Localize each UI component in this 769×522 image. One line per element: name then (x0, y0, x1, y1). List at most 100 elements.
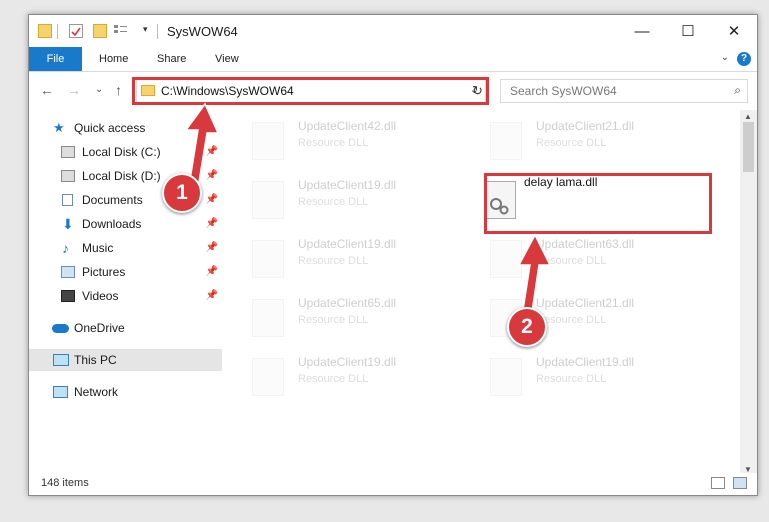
dll-file-icon (252, 181, 284, 219)
file-description: Resource DLL (298, 196, 369, 208)
item-count: 148 items (41, 477, 89, 489)
drive-icon (61, 146, 75, 158)
details-view-icon[interactable] (711, 477, 725, 489)
explorer-window: ▾ SysWOW64 — ☐ ✕ File Home Share View ⌄ … (28, 14, 758, 496)
folder-icon (141, 85, 155, 96)
customize-icon[interactable] (113, 24, 129, 38)
help-icon[interactable]: ? (737, 52, 751, 66)
dll-file-icon (252, 299, 284, 337)
dll-file-icon (252, 358, 284, 396)
file-name: UpdateClient21.dll (536, 296, 635, 310)
sidebar-item-label: Network (74, 385, 119, 399)
back-button[interactable]: ← (40, 82, 54, 98)
file-name: UpdateClient19.dll (298, 355, 397, 369)
sidebar-item-this-pc[interactable]: This PC (29, 349, 222, 371)
tab-home[interactable]: Home (99, 47, 128, 71)
downloads-icon: ⬇ (62, 216, 74, 232)
file-list: UpdateClient42.dll Resource DLL UpdateCl… (222, 110, 740, 465)
sidebar-item-label: Videos (82, 289, 119, 303)
file-item[interactable]: UpdateClient21.dll Resource DLL (460, 293, 680, 345)
file-item[interactable]: UpdateClient19.dll Resource DLL (460, 352, 680, 404)
up-button[interactable]: ↑ (115, 82, 122, 98)
file-description: Resource DLL (298, 255, 369, 267)
pin-icon: 📌 (205, 146, 218, 157)
sidebar-item-videos[interactable]: Videos 📌 (29, 285, 222, 307)
scroll-up-icon[interactable]: ▲ (744, 112, 752, 121)
folder-icon (38, 24, 52, 38)
new-folder-icon[interactable] (93, 24, 107, 38)
ribbon-tabs: File Home Share View ⌄ ? (29, 47, 757, 72)
address-path[interactable]: C:\Windows\SysWOW64 (161, 84, 294, 98)
file-description: Resource DLL (536, 255, 607, 267)
file-item[interactable]: UpdateClient19.dll Resource DLL (222, 352, 442, 404)
search-input[interactable]: Search SysWOW64 ⌕ (500, 79, 748, 103)
vertical-scrollbar[interactable]: ▲ ▼ (740, 110, 757, 476)
drive-icon (61, 170, 75, 182)
music-icon: ♪ (62, 240, 69, 256)
file-item[interactable]: UpdateClient19.dll Resource DLL (222, 234, 442, 286)
tab-view[interactable]: View (215, 47, 239, 71)
ribbon-expand-icon[interactable]: ⌄ (721, 52, 729, 63)
search-icon[interactable]: ⌕ (734, 83, 741, 98)
recent-locations-button[interactable]: ⌄ (95, 84, 103, 95)
file-item[interactable]: UpdateClient65.dll Resource DLL (222, 293, 442, 345)
file-name: UpdateClient63.dll (536, 237, 635, 251)
sidebar-item-downloads[interactable]: ⬇ Downloads 📌 (29, 213, 222, 235)
minimize-button[interactable]: — (619, 15, 665, 47)
window-title: SysWOW64 (167, 24, 238, 39)
sidebar-item-label: Music (82, 241, 114, 255)
sidebar-item-quick-access[interactable]: ★ Quick access (29, 117, 222, 139)
file-item-delay-lama[interactable]: delay lama.dll (460, 175, 680, 227)
file-description: Resource DLL (298, 314, 369, 326)
sidebar-item-label: OneDrive (74, 321, 125, 335)
forward-button[interactable]: → (67, 82, 81, 98)
dll-file-icon (484, 181, 516, 219)
properties-icon[interactable] (69, 24, 83, 38)
sidebar-item-local-disk-c[interactable]: Local Disk (C:) 📌 (29, 141, 222, 163)
pin-icon: 📌 (205, 218, 218, 229)
scrollbar-thumb[interactable] (743, 122, 754, 172)
refresh-button[interactable]: ↻ (467, 79, 489, 103)
file-item[interactable]: UpdateClient63.dll Resource DLL (460, 234, 680, 286)
close-button[interactable]: ✕ (711, 15, 757, 47)
sidebar-item-label: Local Disk (C:) (82, 145, 161, 159)
pc-icon (53, 354, 69, 366)
dll-file-icon (252, 240, 284, 278)
dll-file-icon (490, 358, 522, 396)
pin-icon: 📌 (205, 170, 218, 181)
status-bar: 148 items (29, 473, 757, 495)
sidebar-item-label: Pictures (82, 265, 126, 279)
file-item[interactable]: UpdateClient19.dll Resource DLL (222, 175, 442, 227)
file-name: UpdateClient42.dll (298, 119, 397, 133)
tab-file[interactable]: File (29, 47, 82, 71)
file-item[interactable]: UpdateClient42.dll Resource DLL (222, 116, 442, 168)
maximize-button[interactable]: ☐ (665, 15, 711, 47)
file-name: UpdateClient19.dll (298, 178, 397, 192)
file-description: Resource DLL (536, 137, 607, 149)
step-badge-1: 1 (162, 173, 202, 213)
navigation-bar: ← → ⌄ ↑ C:\Windows\SysWOW64 ⌄ ↻ Search S… (29, 72, 757, 110)
file-item[interactable]: UpdateClient21.dll Resource DLL (460, 116, 680, 168)
tab-share[interactable]: Share (157, 47, 186, 71)
dll-file-icon (490, 122, 522, 160)
file-name: UpdateClient65.dll (298, 296, 397, 310)
address-bar[interactable]: C:\Windows\SysWOW64 ⌄ (136, 79, 486, 103)
file-name: UpdateClient21.dll (536, 119, 635, 133)
chevron-down-icon[interactable]: ▾ (143, 24, 157, 38)
sidebar-item-pictures[interactable]: Pictures 📌 (29, 261, 222, 283)
step-badge-2: 2 (507, 307, 547, 347)
file-description: Resource DLL (298, 137, 369, 149)
pin-icon: 📌 (205, 194, 218, 205)
navigation-pane: ★ Quick access Local Disk (C:) 📌 Local D… (29, 110, 222, 470)
pictures-icon (61, 266, 75, 278)
sidebar-item-music[interactable]: ♪ Music 📌 (29, 237, 222, 259)
sidebar-item-label: Quick access (74, 121, 146, 135)
sidebar-item-label: Local Disk (D:) (82, 169, 161, 183)
network-icon (53, 386, 68, 398)
sidebar-item-label: Documents (82, 193, 143, 207)
large-icons-view-icon[interactable] (733, 477, 747, 489)
sidebar-item-onedrive[interactable]: OneDrive (29, 317, 222, 339)
file-name: UpdateClient19.dll (298, 237, 397, 251)
pin-icon: 📌 (205, 266, 218, 277)
sidebar-item-network[interactable]: Network (29, 381, 222, 403)
